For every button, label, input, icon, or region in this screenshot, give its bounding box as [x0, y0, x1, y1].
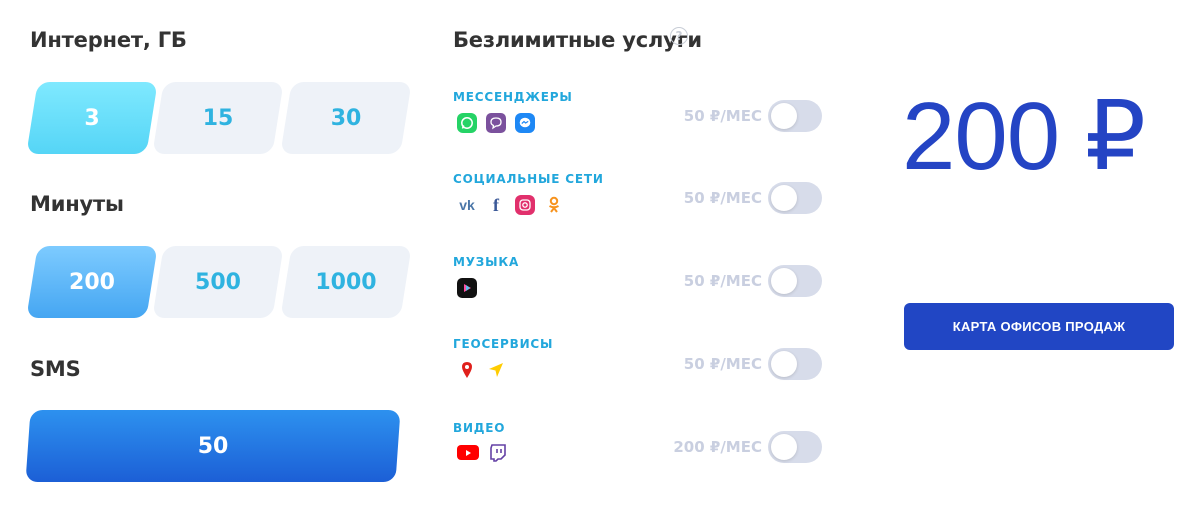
twitch-icon	[488, 443, 508, 463]
facebook-icon: f	[493, 194, 499, 215]
whatsapp-icon	[457, 113, 477, 133]
internet-option-15[interactable]: 15	[152, 82, 284, 154]
internet-option-30[interactable]: 30	[280, 82, 412, 154]
sales-offices-map-button[interactable]: КАРТА ОФИСОВ ПРОДАЖ	[904, 303, 1174, 350]
instagram-icon	[515, 195, 535, 215]
toggle-messengers[interactable]	[768, 100, 822, 132]
total-price: 200 ₽	[902, 83, 1146, 190]
messenger-icon	[515, 113, 535, 133]
minutes-option-label: 500	[195, 269, 241, 295]
minutes-option-label: 200	[69, 269, 115, 295]
internet-option-3[interactable]: 3	[26, 82, 158, 154]
sms-heading: SMS	[30, 357, 81, 381]
service-price-messengers: 50 ₽/МЕС	[683, 107, 762, 125]
youtube-icon	[457, 445, 479, 460]
service-name-geo: ГЕОСЕРВИСЫ	[453, 337, 554, 351]
service-price-geo: 50 ₽/МЕС	[683, 355, 762, 373]
service-name-social: СОЦИАЛЬНЫЕ СЕТИ	[453, 172, 604, 186]
minutes-option-1000[interactable]: 1000	[280, 246, 412, 318]
toggle-social[interactable]	[768, 182, 822, 214]
minutes-heading: Минуты	[30, 192, 124, 216]
toggle-music[interactable]	[768, 265, 822, 297]
internet-option-label: 15	[202, 105, 234, 131]
service-price-social: 50 ₽/МЕС	[683, 189, 762, 207]
service-price-music: 50 ₽/МЕС	[683, 272, 762, 290]
internet-option-label: 30	[330, 105, 362, 131]
service-name-messengers: МЕССЕНДЖЕРЫ	[453, 90, 573, 104]
internet-heading: Интернет, ГБ	[30, 28, 187, 52]
odnoklassniki-icon	[544, 195, 564, 215]
service-price-video: 200 ₽/МЕС	[673, 438, 762, 456]
minutes-option-label: 1000	[315, 269, 377, 295]
help-icon[interactable]: ?	[670, 27, 688, 45]
music-app-icon	[457, 278, 477, 298]
toggle-video[interactable]	[768, 431, 822, 463]
service-name-music: МУЗЫКА	[453, 255, 520, 269]
toggle-geo[interactable]	[768, 348, 822, 380]
minutes-option-500[interactable]: 500	[152, 246, 284, 318]
map-pin-icon	[457, 360, 477, 380]
service-name-video: ВИДЕО	[453, 421, 506, 435]
viber-icon	[486, 113, 506, 133]
minutes-option-200[interactable]: 200	[26, 246, 158, 318]
unlimited-heading: Безлимитные услуги	[453, 28, 702, 52]
navigator-icon	[486, 360, 506, 380]
vk-icon: vk	[459, 197, 475, 213]
internet-option-label: 3	[84, 105, 100, 131]
sms-option-label: 50	[197, 433, 229, 459]
sms-option-50[interactable]: 50	[25, 410, 401, 482]
